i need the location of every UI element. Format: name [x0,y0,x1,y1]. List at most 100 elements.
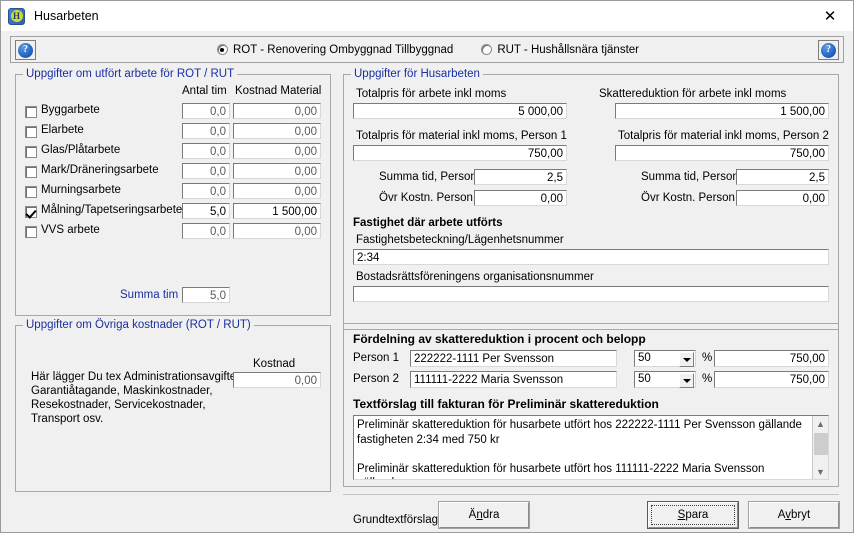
radio-rut[interactable]: RUT - Hushållsnära tjänster [481,44,639,56]
chevron-down-icon[interactable] [679,373,694,388]
person2-amount-field: 750,00 [714,371,829,388]
cost-murningsarbete[interactable]: 0,00 [233,183,321,199]
sum-time-p1-field: 2,5 [474,169,567,185]
person1-amount-field: 750,00 [714,350,829,367]
label-elarbete: Elarbete [41,124,84,136]
other-costs-description: Här lägger Du tex Administrationsavgifte… [31,371,243,425]
edit-button[interactable]: Ändra [439,502,529,528]
client-area: ? ROT - Renovering Ombyggnad Tillbyggnad… [1,31,853,532]
checkbox-elarbete[interactable] [25,126,37,138]
textarea-scrollbar[interactable]: ▲ ▼ [812,416,828,479]
hours-malning-tapetseringsarbete[interactable]: 5,0 [182,203,230,219]
cost-mark-draneringsarbete[interactable]: 0,00 [233,163,321,179]
distribution-heading: Fördelning av skattereduktion i procent … [353,332,646,346]
save-button[interactable]: Spara [648,502,738,528]
person1-percent-combo[interactable]: 50 [634,350,696,367]
org-number-field[interactable] [353,286,829,302]
base-text-label: Grundtextförslag [353,514,439,526]
tax-reduction-field[interactable]: 1 500,00 [615,103,829,119]
person2-percent-symbol: % [702,373,713,385]
text-proposal-content: Preliminär skattereduktion för husarbete… [357,419,802,479]
radio-rot[interactable]: ROT - Renovering Ombyggnad Tillbyggnad [216,43,454,56]
property-designation-label: Fastighetsbeteckning/Lägenhetsnummer [356,234,564,246]
label-byggarbete: Byggarbete [41,104,100,116]
other-costs-value[interactable]: 0,00 [233,372,321,388]
label-malning-tapetseringsarbete: Målning/Tapetseringsarbete [41,204,183,216]
label-murningsarbete: Murningsarbete [41,184,121,196]
window-title: Husarbeten [34,9,99,23]
hours-byggarbete[interactable]: 0,0 [182,103,230,119]
label-mark-draneringsarbete: Mark/Dräneringsarbete [41,164,159,176]
other-costs-legend: Uppgifter om Övriga kostnader (ROT / RUT… [23,319,254,331]
checkbox-vvs-arbete[interactable] [25,226,37,238]
scrollbar-thumb[interactable] [814,433,828,455]
edit-button-post: dra [482,509,500,521]
cancel-button-post: bryt [791,509,811,521]
text-proposal-textarea[interactable]: Preliminär skattereduktion för husarbete… [353,415,829,480]
title-bar: H Husarbeten ✕ [1,1,853,31]
help-button-right[interactable]: ? [818,40,839,60]
hours-murningsarbete[interactable]: 0,0 [182,183,230,199]
other-cost-p2-field[interactable]: 0,00 [736,190,829,206]
sum-time-p2-label: Summa tid, Person 2 [641,171,749,183]
material-p1-field[interactable]: 750,00 [353,145,567,161]
app-icon-h: H [8,7,25,25]
checkbox-byggarbete[interactable] [25,106,37,118]
footer-divider [343,494,839,495]
radio-rot-dot [216,44,228,55]
column-header-cost: Kostnad Material [235,85,322,97]
other-cost-p1-label: Övr Kostn. Person 1 [379,192,483,204]
cost-vvs-arbete[interactable]: 0,00 [233,223,321,239]
total-work-label: Totalpris för arbete inkl moms [356,88,507,100]
husarbeten-window: H Husarbeten ✕ ? ROT - Renovering Ombygg… [0,0,854,533]
material-p2-label: Totalpris för material inkl moms, Person… [618,130,829,142]
label-glas-platarbete: Glas/Plåtarbete [41,144,121,156]
person1-percent-symbol: % [702,352,713,364]
person2-percent-combo[interactable]: 50 [634,371,696,388]
focus-outline [651,505,735,525]
person1-percent-value: 50 [638,352,651,364]
person1-name-field[interactable]: 222222-1111 Per Svensson [410,350,617,367]
hours-elarbete[interactable]: 0,0 [182,123,230,139]
person2-name-field[interactable]: 111111-2222 Maria Svensson [410,371,617,388]
scroll-down-icon[interactable]: ▼ [813,464,828,479]
sum-hours-value: 5,0 [182,287,230,303]
org-number-label: Bostadsrättsföreningens organisationsnum… [356,271,594,283]
checkbox-mark-draneringsarbete[interactable] [25,166,37,178]
person1-label: Person 1 [353,352,400,364]
column-header-hours: Antal tim [182,85,227,97]
work-details-legend: Uppgifter om utfört arbete för ROT / RUT [23,68,238,80]
property-designation-field[interactable]: 2:34 [353,249,829,265]
person2-percent-value: 50 [638,373,651,385]
mode-toolbar: ? ROT - Renovering Ombyggnad Tillbyggnad… [10,36,844,63]
chevron-down-icon[interactable] [679,352,694,367]
other-cost-p1-field[interactable]: 0,00 [474,190,567,206]
label-vvs-arbete: VVS arbete [41,224,100,236]
checkbox-glas-platarbete[interactable] [25,146,37,158]
material-p2-field[interactable]: 750,00 [615,145,829,161]
cost-glas-platarbete[interactable]: 0,00 [233,143,321,159]
tax-reduction-label: Skattereduktion för arbete inkl moms [599,88,787,100]
cost-elarbete[interactable]: 0,00 [233,123,321,139]
help-icon: ? [821,42,836,58]
cost-malning-tapetseringsarbete[interactable]: 1 500,00 [233,203,321,219]
radio-rot-label: ROT - Renovering Ombyggnad Tillbyggnad [232,43,454,56]
other-costs-cost-header: Kostnad [253,358,296,370]
scroll-up-icon[interactable]: ▲ [813,416,828,431]
sum-time-p2-field: 2,5 [736,169,829,185]
hours-glas-platarbete[interactable]: 0,0 [182,143,230,159]
other-cost-p2-label: Övr Kostn. Person 2 [641,192,745,204]
close-icon[interactable]: ✕ [807,1,853,31]
cancel-button[interactable]: Avbryt [749,502,839,528]
husarbeten-legend: Uppgifter för Husarbeten [351,68,483,80]
hours-mark-draneringsarbete[interactable]: 0,0 [182,163,230,179]
radio-rut-label: RUT - Hushållsnära tjänster [497,43,639,56]
checkbox-murningsarbete[interactable] [25,186,37,198]
total-work-field[interactable]: 5 000,00 [353,103,567,119]
text-proposal-heading: Textförslag till fakturan för Preliminär… [353,397,659,411]
radio-rut-dot [481,44,493,55]
hours-vvs-arbete[interactable]: 0,0 [182,223,230,239]
mode-radio-group: ROT - Renovering Ombyggnad Tillbyggnad R… [11,37,845,62]
checkbox-malning-tapetseringsarbete[interactable] [25,206,37,218]
cost-byggarbete[interactable]: 0,00 [233,103,321,119]
